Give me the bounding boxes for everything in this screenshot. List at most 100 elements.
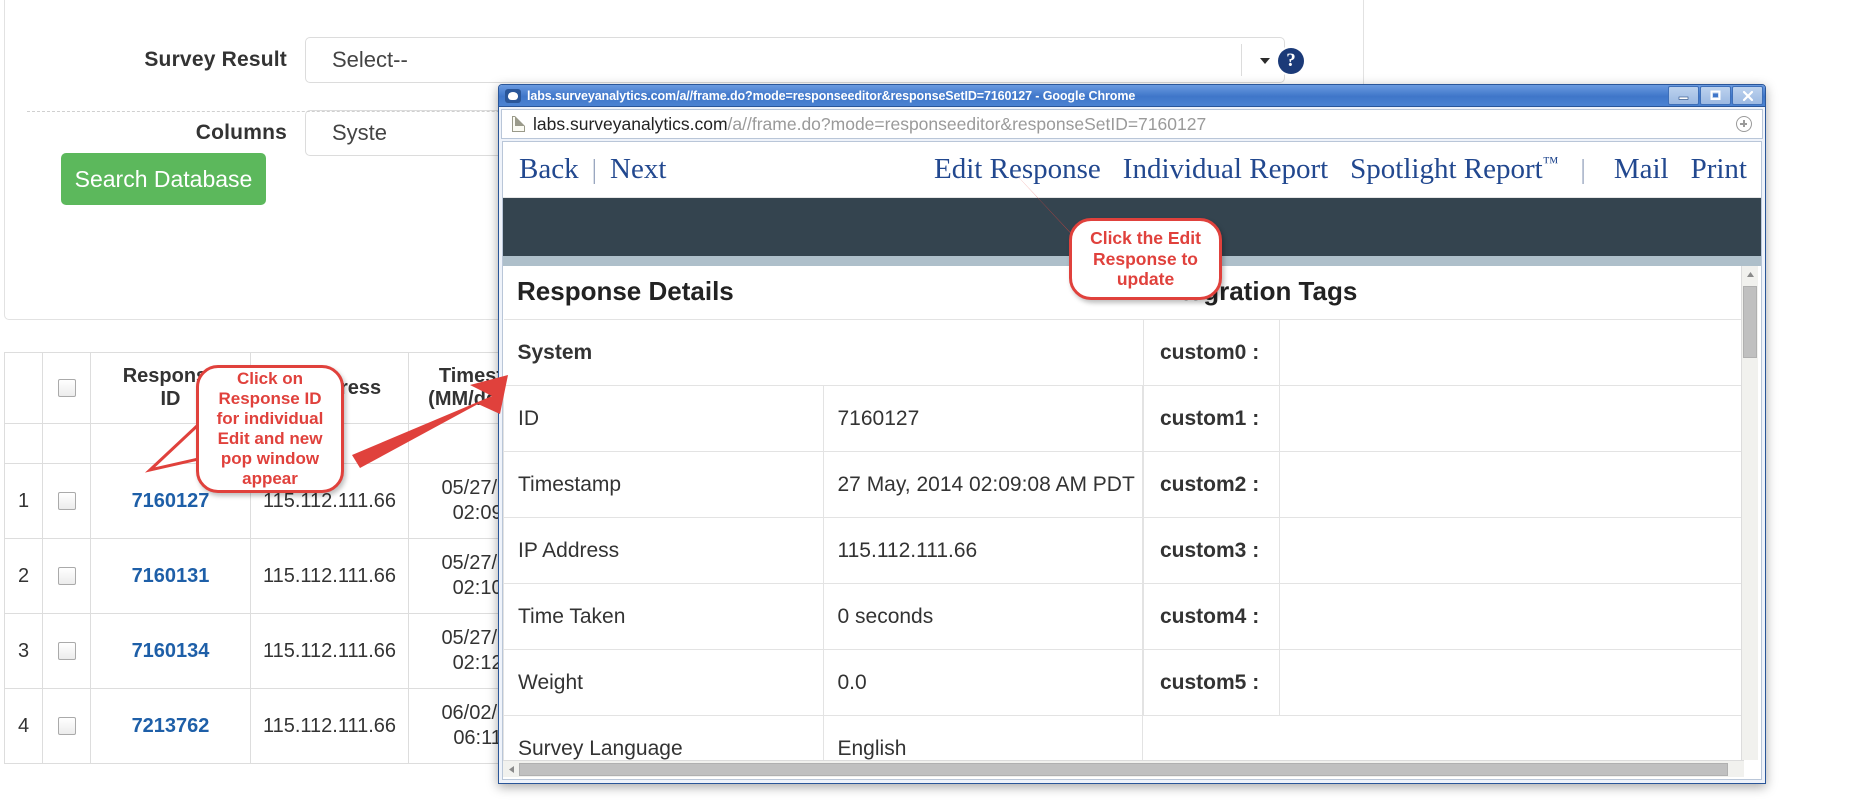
row-number: 4 <box>4 688 43 764</box>
search-database-button[interactable]: Search Database <box>61 153 266 205</box>
header-select-all[interactable] <box>42 352 91 424</box>
filter-cell-num <box>4 423 43 464</box>
row-response-id-cell[interactable]: 7213762 <box>90 688 251 764</box>
spotlight-report-link[interactable]: Spotlight Report™ <box>1350 153 1558 186</box>
detail-value: 0.0 <box>822 649 1143 716</box>
tag-row: custom1 : <box>1143 385 1744 452</box>
tag-value[interactable] <box>1279 385 1744 452</box>
screenshot-root: Survey Result Select-- ? Columns Syste S… <box>0 0 1867 800</box>
horizontal-scrollbar[interactable] <box>503 760 1744 777</box>
next-link[interactable]: Next <box>610 153 666 186</box>
select-divider <box>1241 44 1242 76</box>
callout-response-id-text: Click on Response ID for individual Edit… <box>216 368 324 489</box>
survey-result-select[interactable]: Select-- <box>305 37 1285 83</box>
filter-cell-chk <box>42 423 91 464</box>
row-ip-cell: 115.112.111.66 <box>250 613 409 689</box>
tag-key: custom1 : <box>1143 385 1280 452</box>
chrome-popup-window[interactable]: labs.surveyanalytics.com/a//frame.do?mod… <box>498 84 1766 784</box>
detail-key: Timestamp <box>503 451 824 518</box>
response-id-link[interactable]: 7160131 <box>132 565 210 587</box>
tag-key: custom0 : <box>1143 319 1280 386</box>
tag-value[interactable] <box>1279 517 1744 584</box>
row-response-id-cell[interactable]: 7160131 <box>90 538 251 614</box>
row-checkbox-cell[interactable] <box>42 688 91 764</box>
address-bar-path: /a//frame.do?mode=responseeditor&respons… <box>727 113 1207 134</box>
address-bar-url: labs.surveyanalytics.com/a//frame.do?mod… <box>533 114 1206 135</box>
print-link[interactable]: Print <box>1691 153 1747 186</box>
window-title: labs.surveyanalytics.com/a//frame.do?mod… <box>527 88 1136 103</box>
header-rownum <box>4 352 43 424</box>
tag-key: custom2 : <box>1143 451 1280 518</box>
row-response-id-cell[interactable]: 7160134 <box>90 613 251 689</box>
detail-row: IP Address 115.112.111.66 <box>503 517 1143 584</box>
close-icon[interactable] <box>1732 86 1763 105</box>
integration-tags-title: Integration Tags <box>1157 276 1358 306</box>
tag-value[interactable] <box>1279 451 1744 518</box>
columns-label: Columns <box>195 121 287 144</box>
row-ip-cell: 115.112.111.66 <box>250 688 409 764</box>
nav-right-group: Edit Response Individual Report Spotligh… <box>912 153 1747 186</box>
response-id-link[interactable]: 7213762 <box>132 715 210 737</box>
edit-response-link[interactable]: Edit Response <box>934 153 1101 186</box>
row-checkbox-cell[interactable] <box>42 463 91 539</box>
columns-value: Syste <box>332 120 388 145</box>
callout-edit-response-text: Click the Edit Response to update <box>1090 228 1201 290</box>
detail-row: Survey Language English <box>503 715 1143 760</box>
maximize-icon[interactable] <box>1700 86 1731 105</box>
integration-tags-panel: Integration Tags custom0 : custom1 : cus… <box>1143 266 1744 760</box>
tag-key: custom5 : <box>1143 649 1280 716</box>
detail-row: Timestamp 27 May, 2014 02:09:08 AM PDT <box>503 451 1143 518</box>
form-row-survey-result: Survey Result Select-- <box>5 37 1285 83</box>
tag-value[interactable] <box>1279 649 1744 716</box>
minimize-icon[interactable] <box>1668 86 1699 105</box>
detail-value: 115.112.111.66 <box>822 517 1143 584</box>
vertical-scrollbar[interactable] <box>1741 266 1758 760</box>
tag-row: custom3 : <box>1143 517 1744 584</box>
zoom-search-icon[interactable] <box>1736 116 1752 132</box>
row-number: 2 <box>4 538 43 614</box>
select-all-checkbox[interactable] <box>57 379 76 398</box>
row-checkbox[interactable] <box>57 567 76 586</box>
row-checkbox[interactable] <box>57 717 76 736</box>
horizontal-scroll-thumb[interactable] <box>519 762 1728 776</box>
vertical-scroll-thumb[interactable] <box>1743 286 1757 358</box>
detail-key: Survey Language <box>503 715 824 760</box>
help-icon[interactable]: ? <box>1278 48 1304 74</box>
tag-value[interactable] <box>1279 319 1744 386</box>
page-document-icon <box>512 116 525 132</box>
row-number: 1 <box>4 463 43 539</box>
detail-key: Time Taken <box>503 583 824 650</box>
callout-edit-response: Click the Edit Response to update <box>1069 218 1222 300</box>
window-controls <box>1668 86 1763 105</box>
window-title-bar[interactable]: labs.surveyanalytics.com/a//frame.do?mod… <box>499 85 1765 107</box>
chevron-down-icon <box>1260 58 1270 64</box>
tag-value[interactable] <box>1279 583 1744 650</box>
row-ip-cell: 115.112.111.66 <box>250 538 409 614</box>
survey-result-value: Select-- <box>332 47 408 72</box>
row-checkbox[interactable] <box>57 492 76 511</box>
row-number: 3 <box>4 613 43 689</box>
detail-row: ID 7160127 <box>503 385 1143 452</box>
individual-report-link[interactable]: Individual Report <box>1123 153 1328 186</box>
tag-key: custom3 : <box>1143 517 1280 584</box>
response-id-link[interactable]: 7160134 <box>132 640 210 662</box>
row-checkbox-cell[interactable] <box>42 613 91 689</box>
detail-key: IP Address <box>503 517 824 584</box>
detail-key: ID <box>503 385 824 452</box>
detail-value: 7160127 <box>822 385 1143 452</box>
details-panels: Response Details System ID 7160127 Times… <box>503 266 1744 760</box>
response-id-link[interactable]: 7160127 <box>132 490 210 512</box>
system-section-heading: System <box>503 319 1143 386</box>
scroll-up-arrow-icon[interactable] <box>1742 266 1758 282</box>
tag-row: custom2 : <box>1143 451 1744 518</box>
back-link[interactable]: Back <box>519 153 579 186</box>
scroll-left-arrow-icon[interactable] <box>503 765 519 774</box>
address-bar[interactable]: labs.surveyanalytics.com/a//frame.do?mod… <box>501 109 1763 139</box>
nav-separator: | <box>1580 154 1586 184</box>
spotlight-report-label: Spotlight Report <box>1350 153 1543 185</box>
detail-value: 27 May, 2014 02:09:08 AM PDT <box>822 451 1143 518</box>
row-checkbox[interactable] <box>57 642 76 661</box>
row-checkbox-cell[interactable] <box>42 538 91 614</box>
mail-link[interactable]: Mail <box>1614 153 1669 186</box>
detail-value: English <box>822 715 1143 760</box>
